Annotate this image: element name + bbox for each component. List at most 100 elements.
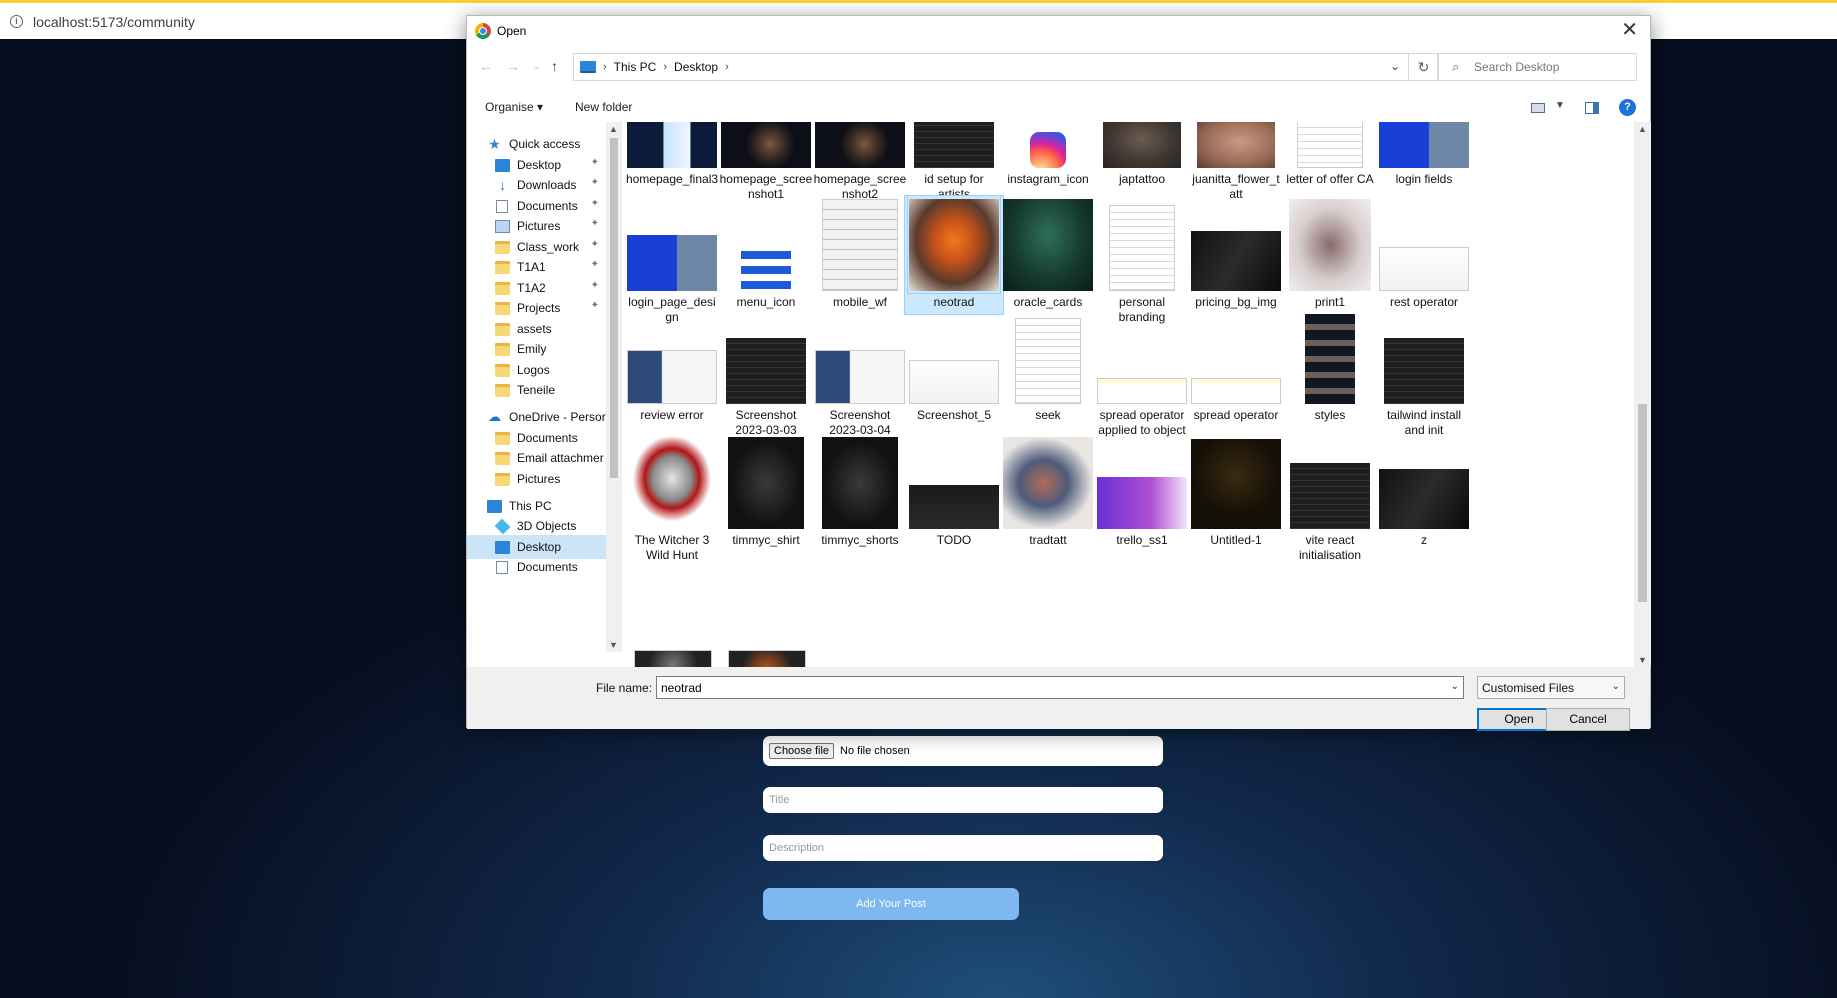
file-item[interactable]: vite react initialisation [1281,434,1379,567]
cancel-button[interactable]: Cancel [1546,708,1630,731]
file-item[interactable]: pricing_bg_img [1187,196,1285,314]
description-input[interactable]: Description [763,835,1163,861]
pin-icon: ✦ [590,177,599,188]
folder-icon [495,260,510,274]
pin-icon: ✦ [590,300,599,311]
file-item[interactable]: homepage_screenshot2 [811,122,909,206]
file-item[interactable]: TODO [905,434,1003,552]
address-bar[interactable]: › This PC › Desktop › ⌄ [573,53,1409,81]
forward-arrow-icon[interactable]: → [506,58,520,74]
up-arrow-icon[interactable]: ↑ [551,58,558,74]
file-item[interactable]: mobile_wf [811,196,909,314]
scroll-down-icon[interactable]: ▼ [609,640,618,650]
file-item[interactable]: login fields [1375,122,1473,191]
file-type-value: Customised Files [1482,681,1575,695]
file-item[interactable]: trello_ss1 [1093,434,1191,552]
file-item[interactable]: rest operator [1375,196,1473,314]
site-info-icon[interactable]: i [10,15,23,28]
file-item[interactable]: japtattoo [1093,122,1191,191]
file-item[interactable]: tradtatt [999,434,1097,552]
file-item[interactable]: seek [999,309,1097,427]
scroll-thumb[interactable] [610,138,618,478]
file-item[interactable]: spread operator applied to object [1093,309,1191,442]
file-item[interactable]: menu_icon [717,196,815,314]
title-input[interactable]: Title [763,787,1163,813]
organise-button[interactable]: Organise ▾ [485,100,543,114]
preview-pane-icon[interactable] [1585,102,1599,114]
file-name-input[interactable]: neotrad ⌄ [656,676,1464,699]
skin-thumbnail-image [1197,122,1275,168]
file-item[interactable]: homepage_screenshot1 [717,122,815,206]
scroll-thumb[interactable] [1638,404,1647,602]
close-icon[interactable]: ✕ [1621,19,1638,41]
back-arrow-icon[interactable]: ← [479,58,493,74]
search-input[interactable]: ⌕ Search Desktop [1437,53,1637,81]
file-item[interactable]: id setup for artists [905,122,1003,206]
file-name: review error [640,408,704,422]
new-folder-button[interactable]: New folder [575,100,632,114]
file-grid-scrollbar[interactable]: ▲ ▼ [1634,122,1651,667]
file-item[interactable]: timmyc_shorts [811,434,909,552]
breadcrumb-desktop[interactable]: Desktop [674,60,718,74]
help-icon[interactable]: ? [1619,99,1636,116]
file-thumbnail[interactable] [728,650,806,667]
file-item[interactable]: The Witcher 3 Wild Hunt [624,434,721,567]
file-thumbnail [1002,434,1094,531]
file-item[interactable]: tailwind install and init [1375,309,1473,442]
breadcrumb-this-pc[interactable]: This PC [614,60,657,74]
blue-web-thumbnail-image [1379,122,1469,168]
desktop-icon [495,540,510,554]
choose-file-button[interactable]: Choose file [769,743,835,759]
file-name-dropdown-chevron-icon[interactable]: ⌄ [1451,681,1459,692]
file-item[interactable]: spread operator [1187,309,1285,427]
recent-locations-chevron-icon[interactable]: ⌄ [533,61,541,72]
file-item[interactable]: juanitta_flower_tatt [1187,122,1285,206]
file-item[interactable]: instagram_icon [999,122,1097,191]
file-name: homepage_final3 [625,172,719,186]
address-dropdown-chevron-icon[interactable]: ⌄ [1390,59,1400,73]
todo-thumbnail-image [909,485,999,529]
dark-portrait-thumbnail-image [721,122,811,168]
sidebar-item-teneile[interactable]: Teneile [467,378,607,402]
file-input[interactable]: Choose file No file chosen [763,736,1163,766]
file-item[interactable]: Untitled-1 [1187,434,1285,552]
file-type-chevron-icon[interactable]: ⌄ [1612,681,1620,692]
file-item[interactable]: oracle_cards [999,196,1097,314]
navigation-scrollbar[interactable]: ▲ ▼ [606,122,622,652]
file-thumbnail[interactable] [634,650,712,667]
file-item[interactable]: timmyc_shirt [717,434,815,552]
instagram-thumbnail-image [1030,132,1066,168]
refresh-icon[interactable]: ↻ [1409,53,1439,81]
scroll-up-icon[interactable]: ▲ [609,124,618,134]
sidebar-item-label: OneDrive - Persor [509,410,606,424]
url-text[interactable]: localhost:5173/community [33,14,195,30]
file-item[interactable]: print1 [1281,196,1379,314]
breadcrumb-separator-icon[interactable]: › [725,61,729,73]
breadcrumb-separator-icon[interactable]: › [603,61,607,73]
scroll-up-icon[interactable]: ▲ [1638,124,1647,134]
light-wide-thumbnail-image [909,360,999,404]
sidebar-item-pictures[interactable]: Pictures [467,467,607,491]
file-item[interactable]: neotrad [904,195,1004,315]
file-item[interactable]: homepage_final3 [624,122,721,191]
sidebar-item-label: Documents [517,560,578,574]
file-item[interactable]: styles [1281,309,1379,427]
view-chevron-down-icon[interactable]: ▼ [1555,100,1565,111]
breadcrumb-separator-icon[interactable]: › [663,61,667,73]
file-item[interactable]: letter of offer CA [1281,122,1379,191]
folder-icon [495,281,510,295]
pin-icon: ✦ [590,239,599,250]
sidebar-item-documents[interactable]: Documents [467,555,607,579]
file-item[interactable]: review error [624,309,721,427]
add-post-button[interactable]: Add Your Post [763,888,1019,920]
file-thumbnail [814,122,906,170]
scroll-down-icon[interactable]: ▼ [1638,655,1647,665]
file-name: japtattoo [1118,172,1166,186]
tiger-thumbnail-image [909,199,999,291]
sidebar-item-label: 3D Objects [517,519,577,533]
file-item[interactable]: Screenshot_5 [905,309,1003,427]
sidebar-item-label: Teneile [517,383,556,397]
file-type-select[interactable]: Customised Files ⌄ [1477,676,1625,699]
view-options-icon[interactable] [1531,103,1545,113]
file-item[interactable]: z [1375,434,1473,552]
